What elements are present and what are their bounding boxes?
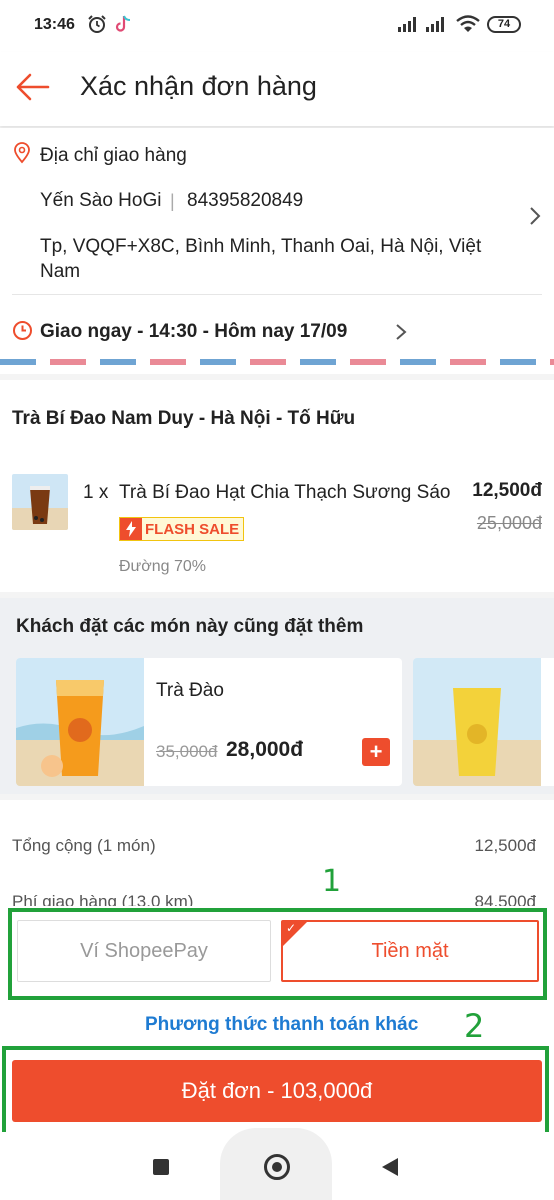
payment-option-shopeepay[interactable]: Ví ShopeePay [17, 920, 271, 982]
annotation-number-2: 2 [464, 1007, 485, 1045]
address-heading: Địa chỉ giao hàng [40, 145, 187, 166]
suggestion-card[interactable]: Trà Đào 35,000đ 28,000đ + [16, 658, 402, 786]
address-line: Tp, VQQF+X8C, Bình Minh, Thanh Oai, Hà N… [40, 236, 482, 282]
item-price: 12,500đ [472, 480, 542, 501]
product-name: Trà Đào [156, 680, 224, 701]
product-original-price: 35,000đ [156, 742, 218, 761]
airmail-border [0, 359, 554, 365]
subtotal-value: 12,500đ [474, 836, 536, 855]
status-bar: 13:46 74 [0, 0, 554, 52]
nav-back-icon[interactable] [382, 1158, 398, 1176]
clock-icon [13, 321, 32, 340]
flash-sale-label: FLASH SALE [145, 520, 240, 538]
home-icon[interactable] [264, 1154, 290, 1180]
subtotal-label: Tổng cộng (1 món) [12, 836, 156, 855]
add-to-cart-button[interactable]: + [362, 738, 390, 766]
payment-option-label: Tiền mặt [371, 940, 449, 962]
recents-icon[interactable] [153, 1159, 169, 1175]
app-header: Xác nhận đơn hàng [0, 52, 554, 126]
annotation-number-1: 1 [322, 864, 342, 899]
price-summary: Tổng cộng (1 món) 12,500đ Phí giao hàng … [0, 800, 554, 910]
lightning-icon [120, 518, 142, 540]
product-image [16, 658, 144, 786]
page-title: Xác nhận đơn hàng [80, 71, 317, 101]
suggestions-title: Khách đặt các món này cũng đặt thêm [16, 616, 364, 637]
recipient-phone: 84395820849 [187, 190, 304, 211]
item-quantity: 1 x [83, 482, 109, 503]
shop-name: Trà Bí Đao Nam Duy - Hà Nội - Tố Hữu [12, 408, 356, 429]
item-original-price: 25,000đ [476, 513, 542, 533]
chevron-right-icon[interactable] [528, 206, 542, 226]
product-price: 28,000đ [226, 738, 304, 761]
place-order-button[interactable]: Đặt đơn - 103,000đ [12, 1060, 542, 1122]
item-name: Trà Bí Đao Hạt Chia Thạch Sương Sáo [119, 482, 451, 503]
checkmark-icon: ✓ [286, 921, 297, 935]
item-thumbnail [12, 474, 68, 530]
flash-sale-badge: FLASH SALE [119, 517, 245, 541]
tiktok-icon [115, 15, 131, 32]
order-items-section: Trà Bí Đao Nam Duy - Hà Nội - Tố Hữu 1 x… [0, 380, 554, 592]
suggestions-section: Khách đặt các món này cũng đặt thêm Trà … [0, 598, 554, 794]
signal-icon [398, 17, 416, 32]
battery-icon: 74 [487, 16, 521, 33]
recipient-name: Yến Sào HoGi [40, 190, 162, 211]
system-nav-bar [0, 1128, 554, 1200]
location-pin-icon [14, 142, 30, 164]
delivery-address-section[interactable]: Địa chỉ giao hàng Yến Sào HoGi | 8439582… [0, 128, 554, 374]
separator: | [170, 191, 175, 211]
wifi-icon [456, 15, 480, 32]
item-note: Đường 70% [119, 558, 207, 575]
payment-option-cash[interactable]: ✓ Tiền mặt [281, 920, 539, 982]
suggestion-card-partial[interactable] [413, 658, 554, 786]
alarm-icon [88, 15, 106, 33]
divider [12, 294, 542, 295]
product-image [413, 658, 541, 786]
chevron-right-icon[interactable] [395, 323, 407, 341]
signal-icon [426, 17, 444, 32]
back-arrow-icon[interactable] [14, 70, 52, 104]
status-time: 13:46 [34, 16, 75, 33]
delivery-time[interactable]: Giao ngay - 14:30 - Hôm nay 17/09 [40, 321, 347, 343]
